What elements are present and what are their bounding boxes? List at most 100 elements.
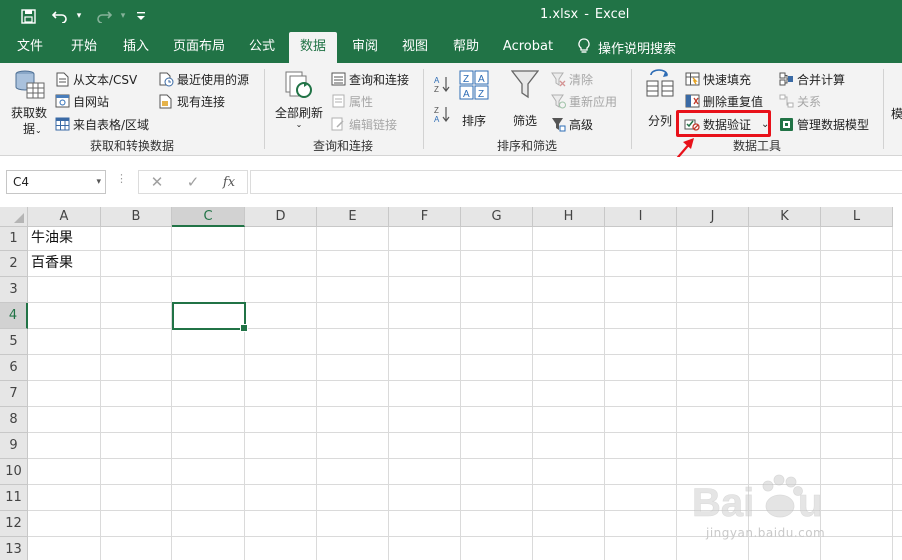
baidu-jingyan-logo: Bai u [692,474,823,525]
tab-data[interactable]: 数据 [289,32,337,63]
tab-review[interactable]: 审阅 [343,32,387,63]
properties-button[interactable]: 属性 [330,91,373,111]
text-to-columns-label: 分列 [647,114,672,128]
column-header-h[interactable]: H [533,207,605,227]
row-header-7[interactable]: 7 [0,381,28,407]
column-header-k[interactable]: K [749,207,821,227]
svg-text:Z: Z [434,106,439,115]
consolidate-button[interactable]: 合并计算 [778,69,845,89]
row-header-12[interactable]: 12 [0,511,28,537]
tab-file[interactable]: 文件 [8,32,52,63]
group-separator [423,69,424,149]
title-separator: - [584,7,589,22]
tab-help[interactable]: 帮助 [444,32,488,63]
row-header-13[interactable]: 13 [0,537,28,560]
clear-filter-button[interactable]: 清除 [550,69,593,89]
row-header-10[interactable]: 10 [0,459,28,485]
filter-button[interactable]: 筛选 [506,69,544,128]
row-header-2[interactable]: 2 [0,251,28,277]
queries-connections-button[interactable]: 查询和连接 [330,69,409,89]
lightbulb-icon [578,37,598,58]
select-all-button[interactable] [0,207,28,227]
relationships-icon [778,93,794,109]
redo-dropdown-icon[interactable]: ▾ [117,3,129,29]
from-web-button[interactable]: 自网站 [54,91,109,111]
refresh-all-button[interactable]: 全部刷新 ⌄ [272,69,326,129]
table-icon [54,116,70,132]
forecast-group-partial[interactable]: 模 [891,103,902,123]
cell-a2[interactable]: 百香果 [28,251,101,277]
manage-data-model-button[interactable]: 管理数据模型 [778,114,869,134]
cancel-entry-icon[interactable]: ✕ [139,173,175,191]
tab-acrobat[interactable]: Acrobat [498,32,558,63]
column-header-e[interactable]: E [317,207,389,227]
column-header-g[interactable]: G [461,207,533,227]
advanced-filter-button[interactable]: 高级 [550,114,593,134]
svg-text:u: u [798,481,822,525]
name-box[interactable]: C4 ▾ [6,170,106,194]
tell-me-label: 操作说明搜索 [598,42,677,57]
from-table-range-button[interactable]: 来自表格/区域 [54,114,149,134]
flash-fill-button[interactable]: 快速填充 [684,69,751,89]
tab-formulas[interactable]: 公式 [240,32,284,63]
undo-icon[interactable] [47,3,73,29]
save-icon[interactable] [15,3,41,29]
column-header-a[interactable]: A [28,207,101,227]
sort-za-icon: ZA [434,105,450,126]
queries-connections-icon [330,71,346,87]
name-box-value: C4 [13,175,30,189]
tab-page-layout[interactable]: 页面布局 [166,32,232,63]
existing-connections-button[interactable]: 现有连接 [158,91,225,111]
get-data-label-1: 获取数 [10,106,47,120]
tab-view[interactable]: 视图 [393,32,437,63]
column-header-c[interactable]: C [172,207,245,227]
name-box-dropdown-icon[interactable]: ▾ [96,171,101,193]
confirm-entry-icon[interactable]: ✓ [175,173,211,191]
sort-button[interactable]: ZAAZ 排序 [456,69,492,128]
formula-bar-grip-icon[interactable]: ⋮ [116,173,127,184]
get-data-button[interactable]: 获取数 据 ⌄ [6,69,52,136]
column-header-j[interactable]: J [677,207,749,227]
refresh-all-label: 全部刷新 [274,106,323,120]
relationships-button[interactable]: 关系 [778,91,821,111]
column-header-b[interactable]: B [101,207,172,227]
row-header-8[interactable]: 8 [0,407,28,433]
sort-ascending-button[interactable]: AZ [434,76,450,94]
row-header-3[interactable]: 3 [0,277,28,303]
undo-dropdown-icon[interactable]: ▾ [73,3,85,29]
svg-text:Z: Z [434,85,439,93]
from-text-csv-button[interactable]: 从文本/CSV [54,69,137,89]
recent-sources-button[interactable]: 最近使用的源 [158,69,249,89]
tell-me-search[interactable]: 操作说明搜索 [578,32,676,63]
column-header-i[interactable]: I [605,207,677,227]
tab-insert[interactable]: 插入 [114,32,158,63]
row-header-1[interactable]: 1 [0,227,28,251]
column-header-l[interactable]: L [821,207,893,227]
gridline-horizontal [28,432,902,433]
row-header-9[interactable]: 9 [0,433,28,459]
column-header-f[interactable]: F [389,207,461,227]
row-header-6[interactable]: 6 [0,355,28,381]
formula-input[interactable] [250,170,902,194]
file-name: 1.xlsx [540,7,579,22]
selected-cell-c4[interactable] [172,302,248,332]
remove-duplicates-icon [684,93,700,109]
reapply-filter-button[interactable]: 重新应用 [550,91,617,111]
redo-icon[interactable] [91,3,117,29]
flash-fill-label: 快速填充 [703,72,752,87]
database-icon [12,69,46,104]
column-header-d[interactable]: D [245,207,317,227]
remove-duplicates-button[interactable]: 删除重复值 [684,91,763,111]
tab-home[interactable]: 开始 [62,32,106,63]
insert-function-button[interactable]: fx [211,175,247,190]
row-header-4[interactable]: 4 [0,303,28,329]
advanced-filter-label: 高级 [569,117,594,132]
text-to-columns-button[interactable]: 分列 [640,69,680,128]
data-validation-highlight [676,110,771,137]
row-header-5[interactable]: 5 [0,329,28,355]
row-header-11[interactable]: 11 [0,485,28,511]
edit-links-button[interactable]: 编辑链接 [330,114,397,134]
sort-descending-button[interactable]: ZA [434,105,450,126]
customize-icon[interactable] [133,3,149,29]
cell-a1[interactable]: 牛油果 [28,227,101,251]
